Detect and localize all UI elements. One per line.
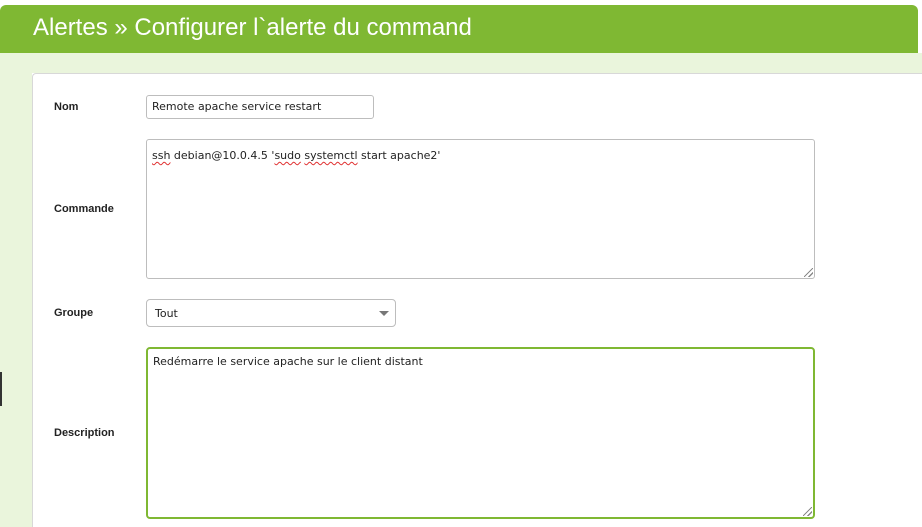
commande-label: Commande [54,203,114,215]
commande-token-ssh: ssh [152,149,171,162]
page-title: Alertes » Configurer l`alerte du command [33,14,472,41]
commande-textarea[interactable]: ssh debian@10.0.4.5 'sudo systemctl star… [146,139,815,279]
commande-token-systemctl: systemctl [304,149,358,162]
page-header: Alertes » Configurer l`alerte du command [0,5,918,53]
groupe-label: Groupe [54,307,94,319]
left-edge-marker [0,372,2,406]
description-text: Redémarre le service apache sur le clien… [153,355,423,368]
description-textarea[interactable]: Redémarre le service apache sur le clien… [146,347,815,519]
resize-grip-icon[interactable] [803,507,812,516]
commande-token-sudo: sudo [274,149,301,162]
commande-token-args: start apache2' [357,149,441,162]
nom-label: Nom [54,101,79,113]
page: Alertes » Configurer l`alerte du command… [0,0,922,527]
nom-input[interactable]: Remote apache service restart [146,95,374,119]
header-band [0,53,922,73]
groupe-select[interactable]: Tout [146,299,396,327]
caret-down-icon [379,311,389,316]
commande-token-host: debian@10.0.4.5 ' [170,149,275,162]
left-band [0,73,32,527]
resize-grip-icon[interactable] [804,268,813,277]
description-label: Description [54,427,115,439]
groupe-selected-value: Tout [155,307,178,320]
